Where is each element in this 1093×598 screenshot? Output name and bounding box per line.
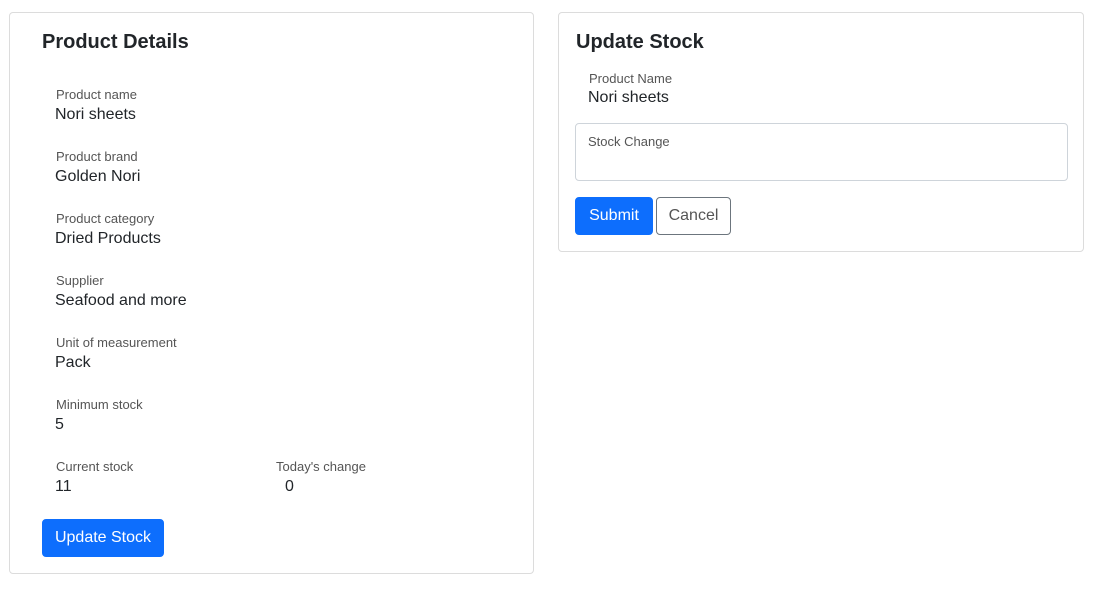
unit-of-measurement-label: Unit of measurement [56, 335, 177, 350]
product-name-value: Nori sheets [55, 106, 136, 123]
update-stock-title: Update Stock [576, 31, 704, 53]
product-details-title: Product Details [42, 31, 189, 53]
todays-change-value: 0 [285, 478, 294, 495]
supplier-label: Supplier [56, 273, 104, 288]
todays-change-label: Today's change [276, 459, 366, 474]
stock-change-label: Stock Change [588, 134, 670, 149]
product-brand-value: Golden Nori [55, 168, 141, 185]
update-stock-button[interactable]: Update Stock [42, 519, 164, 557]
supplier-field: Supplier Seafood and more [55, 273, 187, 311]
supplier-value: Seafood and more [55, 292, 187, 309]
stock-change-field[interactable]: Stock Change [575, 123, 1068, 181]
update-product-name-value: Nori sheets [588, 89, 669, 106]
product-brand-label: Product brand [56, 149, 138, 164]
product-name-label: Product name [56, 87, 137, 102]
current-stock-label: Current stock [56, 459, 134, 474]
product-brand-field: Product brand Golden Nori [55, 149, 140, 187]
unit-of-measurement-field: Unit of measurement Pack [55, 335, 177, 373]
stock-change-input[interactable] [588, 152, 1053, 176]
current-stock-field: Current stock 11 [55, 459, 133, 497]
minimum-stock-label: Minimum stock [56, 397, 143, 412]
submit-button[interactable]: Submit [575, 197, 653, 235]
unit-of-measurement-value: Pack [55, 354, 91, 371]
update-product-name-label: Product Name [589, 71, 673, 86]
product-details-card: Product Details Product name Nori sheets… [9, 12, 534, 574]
todays-change-field: Today's change 0 [275, 459, 366, 497]
update-product-name-field: Product Name Nori sheets [588, 71, 672, 108]
update-stock-card: Update Stock Product Name Nori sheets St… [558, 12, 1084, 252]
product-category-label: Product category [56, 211, 155, 226]
product-category-value: Dried Products [55, 230, 161, 247]
current-stock-value: 11 [55, 478, 72, 495]
minimum-stock-value: 5 [55, 416, 64, 433]
cancel-button[interactable]: Cancel [656, 197, 731, 235]
minimum-stock-field: Minimum stock 5 [55, 397, 143, 435]
product-category-field: Product category Dried Products [55, 211, 161, 249]
product-name-field: Product name Nori sheets [55, 87, 137, 125]
